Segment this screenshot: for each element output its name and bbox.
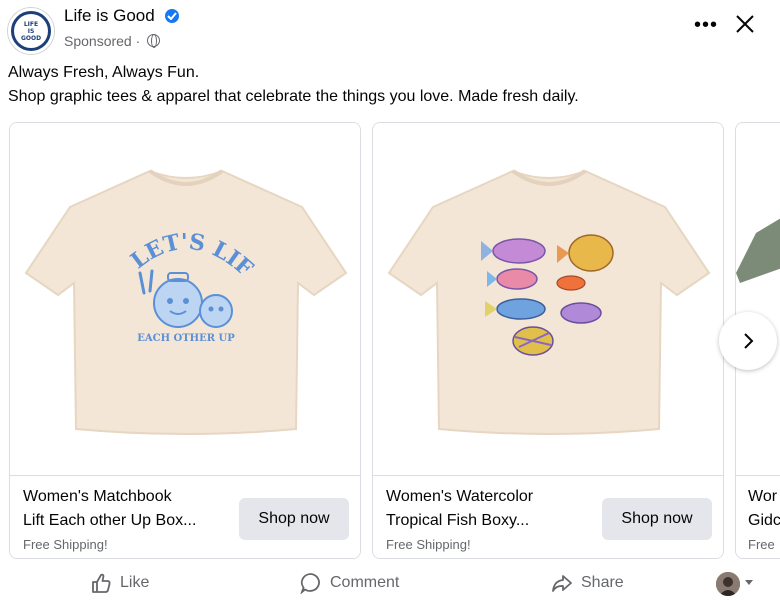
product-image[interactable]: LET'S LIFT EACH OTHER UP xyxy=(10,123,360,475)
like-button[interactable]: Like xyxy=(90,571,149,595)
product-title[interactable]: Gidc xyxy=(748,512,780,530)
carousel-next-button[interactable] xyxy=(719,312,777,370)
profile-avatar[interactable] xyxy=(716,572,740,596)
product-title[interactable]: Tropical Fish Boxy... xyxy=(386,512,529,530)
logo-line: GOOD xyxy=(20,34,42,42)
product-title[interactable]: Women's Matchbook xyxy=(23,488,172,506)
product-title[interactable]: Lift Each other Up Box... xyxy=(23,512,196,530)
post-header: LIFE IS GOOD Life is Good Sponsored · ••… xyxy=(0,0,780,60)
more-options-icon[interactable]: ••• xyxy=(694,14,718,37)
page-avatar[interactable]: LIFE IS GOOD xyxy=(8,8,54,54)
caret-down-icon[interactable] xyxy=(745,580,753,585)
shipping-note: Free Shipping! xyxy=(23,537,108,552)
thumbs-up-icon xyxy=(92,573,111,593)
comment-button[interactable]: Comment xyxy=(300,571,399,595)
share-label: Share xyxy=(581,574,624,591)
sponsored-text: Sponsored xyxy=(64,33,132,49)
page-name[interactable]: Life is Good xyxy=(64,6,155,26)
logo-line: LIFE xyxy=(23,20,39,28)
comment-label: Comment xyxy=(330,574,400,591)
product-image[interactable] xyxy=(373,123,723,475)
carousel-card[interactable]: LET'S LIFT EACH OTHER UP Women's Matchbo… xyxy=(9,122,361,559)
separator: · xyxy=(135,33,141,49)
shipping-note: Free Shipping! xyxy=(386,537,471,552)
logo-line: IS xyxy=(27,27,35,35)
logo-mark: LIFE IS GOOD xyxy=(14,14,48,48)
card-info: Women's Matchbook Lift Each other Up Box… xyxy=(10,475,360,558)
avatar-image xyxy=(716,572,740,596)
close-icon[interactable] xyxy=(733,12,757,36)
comment-icon xyxy=(300,573,320,594)
product-image[interactable] xyxy=(736,123,780,475)
like-label: Like xyxy=(120,574,150,591)
post-text-line: Always Fresh, Always Fun. xyxy=(8,64,200,81)
globe-icon xyxy=(147,34,160,48)
shipping-note: Free xyxy=(748,537,775,552)
card-info: Women's Watercolor Tropical Fish Boxy...… xyxy=(373,475,723,558)
shop-now-button[interactable]: Shop now xyxy=(602,498,712,540)
post-text-line: Shop graphic tees & apparel that celebra… xyxy=(8,88,579,105)
card-info: Wor Gidc Free xyxy=(736,475,780,558)
carousel-card[interactable]: Women's Watercolor Tropical Fish Boxy...… xyxy=(372,122,724,559)
product-title[interactable]: Wor xyxy=(748,488,777,506)
product-title[interactable]: Women's Watercolor xyxy=(386,488,533,506)
shop-now-button[interactable]: Shop now xyxy=(239,498,349,540)
tshirt-image xyxy=(736,218,780,283)
tshirt-image: LET'S LIFT EACH OTHER UP xyxy=(10,123,348,435)
share-icon xyxy=(552,575,572,592)
graphic-subtext: EACH OTHER UP xyxy=(137,333,235,344)
sponsored-label[interactable]: Sponsored · xyxy=(64,33,140,49)
chevron-right-icon xyxy=(744,333,754,349)
share-button[interactable]: Share xyxy=(551,571,624,595)
tshirt-image xyxy=(387,169,711,435)
verified-badge-icon xyxy=(165,9,179,23)
action-bar: Like Comment Share xyxy=(0,562,780,600)
